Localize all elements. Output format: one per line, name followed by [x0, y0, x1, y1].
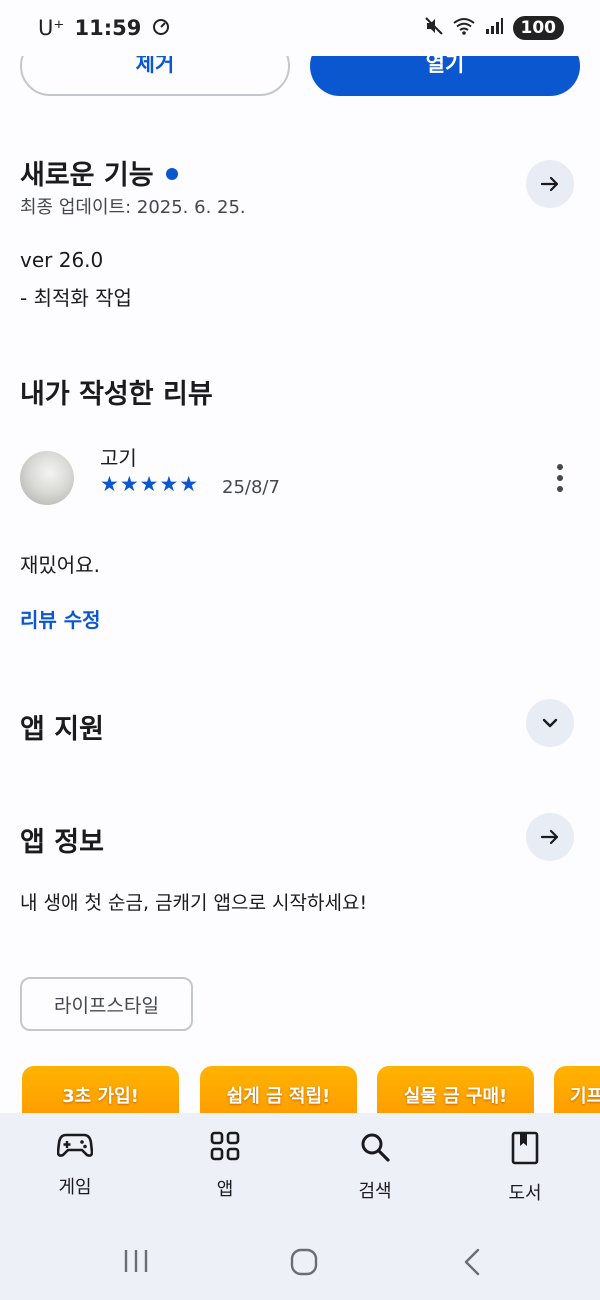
screenshot-carousel[interactable]: 3초 가입! 쉽게 금 적립! 실물 금 구매! 기프: [22, 1066, 600, 1116]
status-bar: U⁺ 11:59 100: [0, 0, 600, 56]
system-navigation-bar: [0, 1223, 600, 1300]
nav-item-books[interactable]: 도서: [450, 1113, 600, 1223]
avatar: [20, 451, 74, 505]
nav-label-games: 게임: [58, 1177, 92, 1198]
signal-icon: [485, 16, 503, 40]
clock: 11:59: [74, 16, 142, 40]
mute-icon: [424, 16, 443, 40]
app-description: 내 생애 첫 순금, 금캐기 앱으로 시작하세요!: [20, 892, 368, 914]
version-text: ver 26.0: [20, 248, 104, 272]
reviewer-name: 고기: [100, 446, 137, 470]
whats-new-arrow-button[interactable]: [526, 160, 574, 208]
chevron-down-icon: [542, 718, 558, 728]
star-rating: ★★★★★: [100, 472, 200, 496]
whats-new-title-text: 새로운 기능: [20, 160, 154, 191]
carrier-label: U⁺: [38, 16, 65, 40]
app-support-title: 앱 지원: [20, 714, 104, 745]
nav-label-apps: 앱: [216, 1179, 234, 1200]
apps-grid-icon: [210, 1131, 240, 1161]
my-review-title: 내가 작성한 리뷰: [20, 379, 213, 410]
nav-item-games[interactable]: 게임: [0, 1113, 150, 1223]
bottom-navigation: 게임 앱 검색 도서: [0, 1113, 600, 1223]
screenshot-2[interactable]: 쉽게 금 적립!: [200, 1066, 357, 1116]
nav-item-search[interactable]: 검색: [300, 1113, 450, 1223]
wifi-icon: [452, 16, 475, 40]
home-icon[interactable]: [289, 1247, 319, 1277]
app-support-expand-button[interactable]: [526, 699, 574, 747]
nav-label-search: 검색: [358, 1181, 392, 1202]
nav-item-apps[interactable]: 앱: [150, 1113, 300, 1223]
arrow-right-icon: [540, 829, 559, 845]
status-left: U⁺ 11:59: [38, 16, 171, 41]
category-chip[interactable]: 라이프스타일: [20, 977, 193, 1031]
screenshot-1[interactable]: 3초 가입!: [22, 1066, 179, 1116]
screenshot-4[interactable]: 기프: [554, 1066, 600, 1116]
app-info-title: 앱 정보: [20, 827, 104, 858]
review-date: 25/8/7: [222, 477, 280, 498]
app-info-arrow-button[interactable]: [526, 813, 574, 861]
arrow-right-icon: [540, 176, 559, 192]
more-options-icon[interactable]: [548, 458, 572, 498]
review-text: 재밌어요.: [20, 553, 100, 577]
nav-label-books: 도서: [508, 1183, 542, 1204]
back-icon[interactable]: [460, 1247, 484, 1277]
data-saver-icon: [151, 16, 171, 41]
search-icon: [361, 1133, 390, 1162]
battery-indicator: 100: [512, 16, 564, 40]
edit-review-link[interactable]: 리뷰 수정: [20, 604, 101, 633]
recent-apps-icon[interactable]: [122, 1247, 150, 1275]
update-notes: - 최적화 작업: [20, 286, 132, 310]
new-indicator-dot: [165, 167, 178, 180]
status-right: 100: [424, 16, 564, 40]
last-updated: 최종 업데이트: 2025. 6. 25.: [20, 197, 246, 218]
gamepad-icon: [57, 1133, 93, 1157]
whats-new-title: 새로운 기능: [20, 153, 178, 192]
screenshot-3[interactable]: 실물 금 구매!: [377, 1066, 534, 1116]
book-icon: [511, 1131, 539, 1165]
